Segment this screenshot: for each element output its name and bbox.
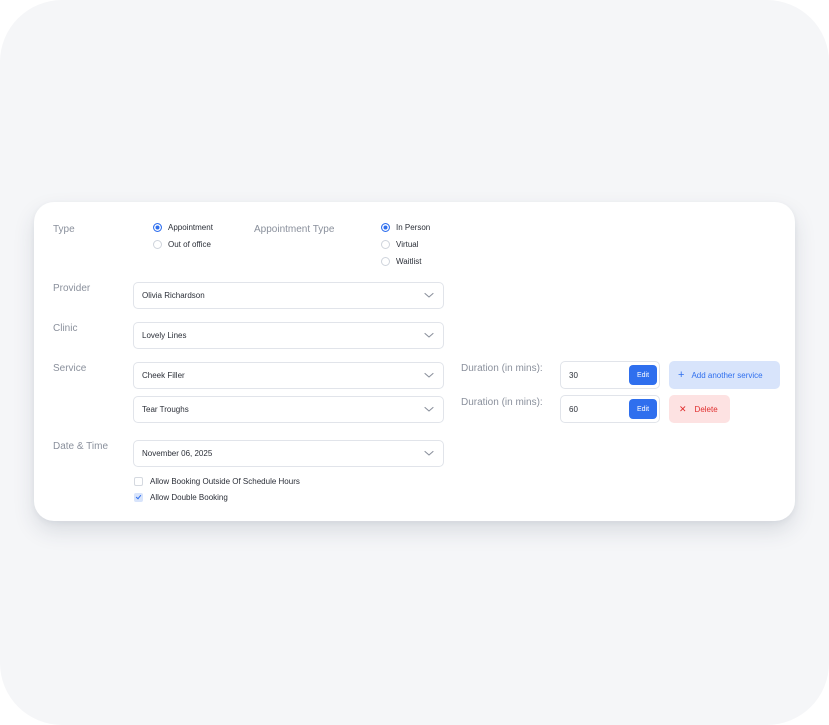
radio-checked-icon[interactable] bbox=[153, 222, 162, 232]
duration-input[interactable]: 30 Edit bbox=[560, 361, 660, 389]
chevron-down-icon bbox=[424, 372, 434, 378]
edit-duration-button[interactable]: Edit bbox=[629, 399, 657, 419]
provider-value: Olivia Richardson bbox=[142, 291, 205, 300]
appointment-type-option-waitlist[interactable]: Waitlist bbox=[381, 255, 421, 267]
service-value: Tear Troughs bbox=[142, 405, 189, 414]
add-another-service-label: Add another service bbox=[691, 370, 763, 380]
chevron-down-icon bbox=[424, 292, 434, 298]
add-another-service-button[interactable]: + Add another service bbox=[669, 361, 780, 389]
appointment-type-option-label: In Person bbox=[396, 222, 431, 232]
check-icon[interactable] bbox=[134, 492, 143, 502]
duration-input[interactable]: 60 Edit bbox=[560, 395, 660, 423]
checkbox-unchecked-icon[interactable] bbox=[134, 476, 143, 486]
service-select[interactable]: Tear Troughs bbox=[133, 396, 444, 423]
plus-icon: + bbox=[678, 369, 685, 381]
appointment-form-card: Type Appointment Out of office Appointme… bbox=[34, 202, 795, 521]
checkbox-label: Allow Booking Outside Of Schedule Hours bbox=[150, 476, 300, 486]
chevron-down-icon bbox=[424, 332, 434, 338]
radio-unchecked-icon[interactable] bbox=[381, 256, 390, 266]
radio-unchecked-icon[interactable] bbox=[381, 239, 390, 249]
clinic-select[interactable]: Lovely Lines bbox=[133, 322, 444, 349]
checkbox-label: Allow Double Booking bbox=[150, 492, 228, 502]
chevron-down-icon bbox=[424, 406, 434, 412]
allow-booking-outside-hours-checkbox[interactable]: Allow Booking Outside Of Schedule Hours bbox=[134, 476, 300, 486]
appointment-type-label: Appointment Type bbox=[254, 224, 335, 235]
service-label: Service bbox=[53, 363, 87, 374]
delete-service-button[interactable]: ✕ Delete bbox=[669, 395, 730, 423]
duration-value: 30 bbox=[569, 371, 578, 380]
edit-duration-button[interactable]: Edit bbox=[629, 365, 657, 385]
appointment-type-option-label: Waitlist bbox=[396, 256, 422, 266]
clinic-label: Clinic bbox=[53, 323, 78, 334]
date-time-label: Date & Time bbox=[53, 441, 109, 452]
service-select[interactable]: Cheek Filler bbox=[133, 362, 444, 389]
allow-double-booking-checkbox[interactable]: Allow Double Booking bbox=[134, 492, 228, 502]
type-option-out-of-office[interactable]: Out of office bbox=[153, 238, 211, 250]
delete-service-label: Delete bbox=[694, 404, 718, 414]
radio-unchecked-icon[interactable] bbox=[153, 239, 162, 249]
date-time-select[interactable]: November 06, 2025 bbox=[133, 440, 444, 467]
service-value: Cheek Filler bbox=[142, 371, 185, 380]
radio-checked-icon[interactable] bbox=[381, 222, 390, 232]
type-option-label: Appointment bbox=[168, 222, 213, 232]
duration-value: 60 bbox=[569, 405, 578, 414]
provider-label: Provider bbox=[53, 283, 91, 294]
date-time-value: November 06, 2025 bbox=[142, 449, 213, 458]
chevron-down-icon bbox=[424, 450, 434, 456]
close-icon: ✕ bbox=[679, 404, 687, 414]
duration-label: Duration (in mins): bbox=[461, 397, 543, 408]
appointment-type-option-label: Virtual bbox=[396, 239, 419, 249]
app-background: Type Appointment Out of office Appointme… bbox=[0, 0, 829, 725]
type-option-appointment[interactable]: Appointment bbox=[153, 221, 213, 233]
type-label: Type bbox=[53, 224, 75, 235]
appointment-type-option-virtual[interactable]: Virtual bbox=[381, 238, 419, 250]
clinic-value: Lovely Lines bbox=[142, 331, 187, 340]
type-option-label: Out of office bbox=[168, 239, 211, 249]
duration-label: Duration (in mins): bbox=[461, 363, 543, 374]
provider-select[interactable]: Olivia Richardson bbox=[133, 282, 444, 309]
appointment-type-option-in-person[interactable]: In Person bbox=[381, 221, 430, 233]
